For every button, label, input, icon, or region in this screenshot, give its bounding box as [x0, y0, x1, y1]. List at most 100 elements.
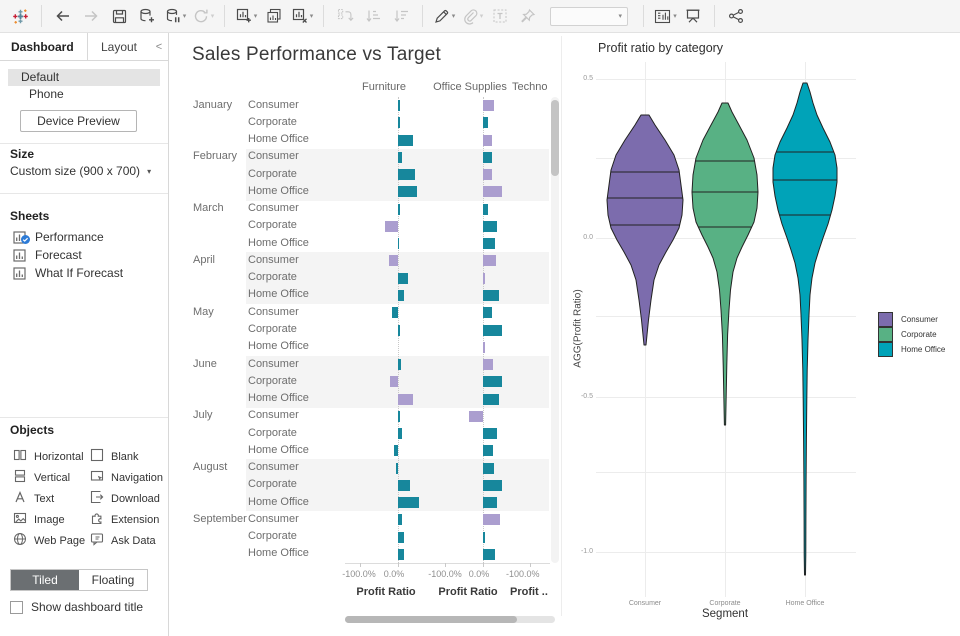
profit-bar-furniture-june-home-office[interactable]	[398, 394, 413, 405]
vertical-scrollbar-thumb[interactable]	[551, 100, 559, 176]
profit-bar-furniture-february-home-office[interactable]	[398, 186, 417, 197]
profit-bar-office-august-consumer[interactable]	[483, 463, 494, 474]
profit-bar-office-march-home-office[interactable]	[483, 238, 495, 249]
profit-bar-office-april-home-office[interactable]	[483, 290, 499, 301]
violin-corporate[interactable]	[692, 103, 758, 425]
horizontal-scrollbar-thumb[interactable]	[345, 616, 517, 623]
sheet-item-performance[interactable]: Performance	[0, 228, 168, 246]
object-item-text[interactable]: Text	[13, 488, 90, 509]
profit-bar-office-january-home-office[interactable]	[483, 135, 492, 146]
tick-label: -100.0%	[506, 569, 540, 579]
profit-bar-office-january-corporate[interactable]	[483, 117, 488, 128]
profit-bar-office-july-home-office[interactable]	[483, 445, 493, 456]
profit-bar-furniture-july-corporate[interactable]	[398, 428, 402, 439]
profit-bar-office-april-consumer[interactable]	[483, 255, 496, 266]
object-item-blank[interactable]: Blank	[90, 446, 165, 467]
profit-bar-furniture-february-consumer[interactable]	[398, 152, 402, 163]
tiled-button[interactable]: Tiled	[11, 570, 79, 590]
object-item-web-page[interactable]: Web Page	[13, 530, 90, 551]
violin-home-office[interactable]	[773, 83, 837, 575]
clear-sheet-icon[interactable]: ▾	[290, 3, 314, 29]
device-option-phone[interactable]: Phone	[8, 86, 160, 103]
show-cards-icon[interactable]: ▾	[653, 3, 677, 29]
tab-dashboard[interactable]: Dashboard	[0, 33, 88, 60]
object-item-ask-data[interactable]: Ask Data	[90, 530, 165, 551]
profit-bar-office-march-consumer[interactable]	[483, 204, 488, 215]
profit-bar-furniture-march-consumer[interactable]	[398, 204, 400, 215]
profit-bar-office-february-home-office[interactable]	[483, 186, 502, 197]
collapse-pane-icon[interactable]: <	[150, 33, 168, 60]
profit-bar-furniture-may-consumer[interactable]	[392, 307, 398, 318]
share-icon[interactable]	[724, 3, 748, 29]
profit-bar-furniture-july-consumer[interactable]	[398, 411, 400, 422]
profit-bar-furniture-august-consumer[interactable]	[396, 463, 398, 474]
sheet-item-what-if-forecast[interactable]: What If Forecast	[0, 264, 168, 282]
profit-bar-furniture-september-home-office[interactable]	[398, 549, 404, 560]
profit-bar-office-january-consumer[interactable]	[483, 100, 494, 111]
profit-bar-office-may-corporate[interactable]	[483, 325, 502, 336]
profit-bar-office-september-home-office[interactable]	[483, 549, 495, 560]
violin-consumer[interactable]	[607, 115, 683, 345]
group-icon: ▾	[460, 3, 484, 29]
presentation-icon[interactable]	[681, 3, 705, 29]
profit-bar-furniture-april-consumer[interactable]	[389, 255, 398, 266]
toolbar-fit-combobox[interactable]: ▾	[550, 7, 628, 26]
object-item-navigation[interactable]: Navigation	[90, 467, 165, 488]
tab-layout[interactable]: Layout	[88, 33, 150, 60]
profit-bar-office-march-corporate[interactable]	[483, 221, 497, 232]
profit-bar-furniture-may-corporate[interactable]	[398, 325, 400, 336]
save-icon[interactable]	[107, 3, 131, 29]
profit-bar-furniture-april-home-office[interactable]	[398, 290, 404, 301]
legend-swatch-corporate[interactable]	[878, 327, 893, 342]
profit-bar-furniture-september-corporate[interactable]	[398, 532, 404, 543]
profit-bar-office-august-home-office[interactable]	[483, 497, 497, 508]
profit-bar-office-june-consumer[interactable]	[483, 359, 493, 370]
profit-bar-office-july-corporate[interactable]	[483, 428, 497, 439]
profit-bar-furniture-august-home-office[interactable]	[398, 497, 419, 508]
legend-swatch-consumer[interactable]	[878, 312, 893, 327]
profit-bar-office-august-corporate[interactable]	[483, 480, 502, 491]
profit-bar-furniture-february-corporate[interactable]	[398, 169, 415, 180]
profit-bar-office-february-consumer[interactable]	[483, 152, 492, 163]
pause-updates-icon[interactable]: ▾	[163, 3, 187, 29]
object-item-download[interactable]: Download	[90, 488, 165, 509]
legend-swatch-home-office[interactable]	[878, 342, 893, 357]
profit-bar-office-june-home-office[interactable]	[483, 394, 499, 405]
profit-bar-furniture-january-corporate[interactable]	[398, 117, 400, 128]
object-item-extension[interactable]: Extension	[90, 509, 165, 530]
profit-bar-office-july-consumer[interactable]	[469, 411, 483, 422]
profit-bar-furniture-june-consumer[interactable]	[398, 359, 401, 370]
sheets-section-label: Sheets	[10, 209, 49, 223]
sheet-item-forecast[interactable]: Forecast	[0, 246, 168, 264]
object-item-vertical[interactable]: Vertical	[13, 467, 90, 488]
show-dashboard-title-checkbox[interactable]	[10, 601, 23, 614]
object-item-image[interactable]: Image	[13, 509, 90, 530]
undo-icon[interactable]	[51, 3, 75, 29]
tableau-logo-icon[interactable]	[8, 3, 32, 29]
profit-bar-office-april-corporate[interactable]	[483, 273, 485, 284]
profit-bar-furniture-january-home-office[interactable]	[398, 135, 413, 146]
profit-bar-furniture-april-corporate[interactable]	[398, 273, 408, 284]
duplicate-icon[interactable]	[262, 3, 286, 29]
profit-bar-furniture-march-home-office[interactable]	[398, 238, 399, 249]
floating-button[interactable]: Floating	[79, 570, 147, 590]
object-item-horizontal[interactable]: Horizontal	[13, 446, 90, 467]
device-option-default[interactable]: Default	[8, 69, 160, 86]
device-preview-button[interactable]: Device Preview	[20, 110, 137, 132]
profit-bar-furniture-july-home-office[interactable]	[394, 445, 398, 456]
highlight-icon[interactable]: ▾	[432, 3, 456, 29]
size-dropdown[interactable]: Custom size (900 x 700) ▾	[10, 164, 151, 178]
profit-bar-furniture-march-corporate[interactable]	[385, 221, 398, 232]
profit-bar-office-september-corporate[interactable]	[483, 532, 485, 543]
profit-bar-office-february-corporate[interactable]	[483, 169, 492, 180]
new-worksheet-icon[interactable]: ▾	[234, 3, 258, 29]
profit-bar-furniture-august-corporate[interactable]	[398, 480, 410, 491]
profit-bar-office-may-home-office[interactable]	[483, 342, 485, 353]
profit-bar-furniture-june-corporate[interactable]	[390, 376, 398, 387]
profit-bar-office-may-consumer[interactable]	[483, 307, 492, 318]
profit-bar-office-june-corporate[interactable]	[483, 376, 502, 387]
profit-bar-furniture-january-consumer[interactable]	[398, 100, 400, 111]
profit-bar-furniture-september-consumer[interactable]	[398, 514, 402, 525]
profit-bar-office-september-consumer[interactable]	[483, 514, 500, 525]
new-data-source-icon[interactable]	[135, 3, 159, 29]
